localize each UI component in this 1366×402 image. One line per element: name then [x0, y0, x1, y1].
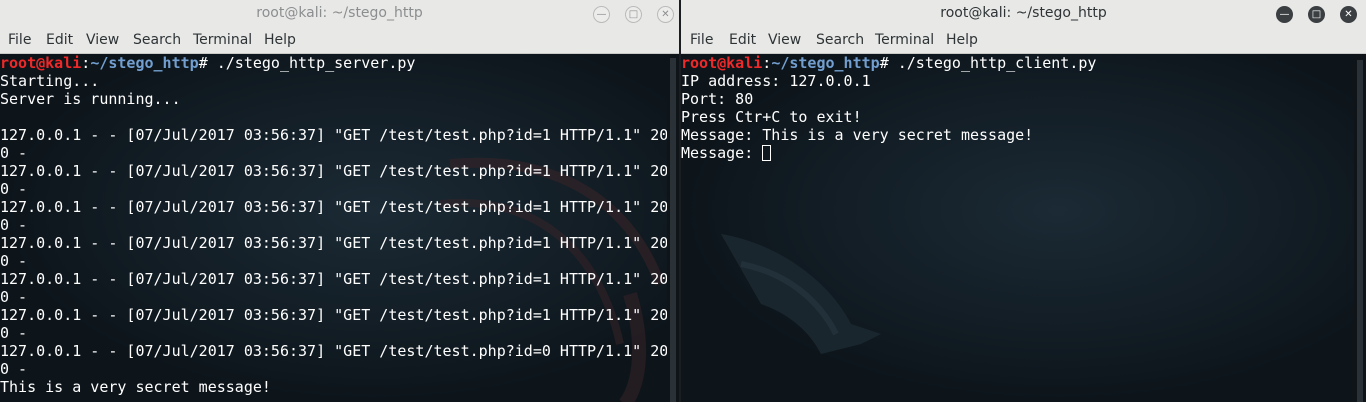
- menu-file[interactable]: File: [690, 32, 713, 48]
- client-command: ./stego_http_client.py: [897, 54, 1097, 72]
- log-line: 127.0.0.1 - - [07/Jul/2017 03:56:37] "GE…: [0, 126, 669, 144]
- text-cursor[interactable]: [762, 145, 772, 161]
- port-line: Port: 80: [681, 90, 754, 108]
- log-line: 127.0.0.1 - - [07/Jul/2017 03:56:37] "GE…: [0, 234, 669, 252]
- menu-view[interactable]: View: [86, 32, 119, 48]
- server-window-title: root@kali: ~/stego_http: [256, 5, 423, 21]
- prompt-path: ~/stego_http: [771, 54, 880, 72]
- message-input-prompt: Message:: [681, 144, 763, 162]
- prompt-sep: :: [762, 54, 772, 72]
- minimize-icon[interactable]: —: [593, 6, 610, 23]
- menu-file[interactable]: File: [8, 32, 31, 48]
- log-line: 0 -: [0, 144, 28, 162]
- log-line: 0 -: [0, 216, 28, 234]
- client-scrollbar[interactable]: [1354, 54, 1366, 402]
- exit-hint-line: Press Ctr+C to exit!: [681, 108, 862, 126]
- secret-message-line: This is a very secret message!: [0, 378, 271, 396]
- server-command: ./stego_http_server.py: [216, 54, 416, 72]
- menu-edit[interactable]: Edit: [729, 32, 756, 48]
- prompt-user: root@kali: [0, 54, 82, 72]
- server-menubar: File Edit View Search Terminal Help: [0, 28, 679, 54]
- server-titlebar[interactable]: root@kali: ~/stego_http — □ ✕: [0, 0, 679, 28]
- prompt-user: root@kali: [681, 54, 763, 72]
- menu-terminal[interactable]: Terminal: [193, 32, 252, 48]
- prompt-symbol: #: [198, 54, 217, 72]
- client-output: root@kali:~/stego_http# ./stego_http_cli…: [681, 54, 1096, 162]
- prompt-symbol: #: [879, 54, 898, 72]
- client-titlebar[interactable]: root@kali: ~/stego_http — □ ✕: [681, 0, 1366, 28]
- log-line: 127.0.0.1 - - [07/Jul/2017 03:56:37] "GE…: [0, 306, 669, 324]
- client-window-title: root@kali: ~/stego_http: [940, 5, 1107, 21]
- client-terminal-output[interactable]: root@kali:~/stego_http# ./stego_http_cli…: [681, 54, 1366, 402]
- server-scrollbar[interactable]: [667, 54, 679, 402]
- log-line: 0 -: [0, 324, 28, 342]
- log-line: 127.0.0.1 - - [07/Jul/2017 03:56:37] "GE…: [0, 342, 669, 360]
- client-menubar: File Edit View Search Terminal Help: [681, 28, 1366, 54]
- menu-edit[interactable]: Edit: [46, 32, 73, 48]
- log-line: 0 -: [0, 360, 28, 378]
- log-line: 0 -: [0, 252, 28, 270]
- ip-address-line: IP address: 127.0.0.1: [681, 72, 871, 90]
- server-terminal-output[interactable]: root@kali:~/stego_http# ./stego_http_ser…: [0, 54, 679, 402]
- menu-search[interactable]: Search: [133, 32, 181, 48]
- log-line: 0 -: [0, 288, 28, 306]
- scrollbar-thumb[interactable]: [670, 58, 676, 402]
- menu-search[interactable]: Search: [816, 32, 864, 48]
- server-output: root@kali:~/stego_http# ./stego_http_ser…: [0, 54, 668, 396]
- prompt-sep: :: [81, 54, 91, 72]
- log-line: 127.0.0.1 - - [07/Jul/2017 03:56:37] "GE…: [0, 162, 669, 180]
- client-terminal-window[interactable]: root@kali: ~/stego_http — □ ✕ File Edit …: [681, 0, 1366, 402]
- maximize-icon[interactable]: □: [625, 6, 642, 23]
- output-line: Server is running...: [0, 90, 181, 108]
- maximize-icon[interactable]: □: [1308, 6, 1325, 23]
- menu-terminal[interactable]: Terminal: [875, 32, 934, 48]
- log-line: 127.0.0.1 - - [07/Jul/2017 03:56:37] "GE…: [0, 198, 669, 216]
- menu-help[interactable]: Help: [264, 32, 296, 48]
- close-icon[interactable]: ✕: [657, 6, 674, 23]
- log-line: 0 -: [0, 180, 28, 198]
- server-terminal-window[interactable]: root@kali: ~/stego_http — □ ✕ File Edit …: [0, 0, 679, 402]
- menu-view[interactable]: View: [768, 32, 801, 48]
- prompt-path: ~/stego_http: [90, 54, 199, 72]
- log-line: 127.0.0.1 - - [07/Jul/2017 03:56:37] "GE…: [0, 270, 669, 288]
- kali-dragon-logo: [721, 234, 881, 354]
- scrollbar-thumb[interactable]: [1357, 60, 1363, 402]
- menu-help[interactable]: Help: [946, 32, 978, 48]
- output-line: Starting...: [0, 72, 100, 90]
- close-icon[interactable]: ✕: [1340, 6, 1357, 23]
- sent-message-line: Message: This is a very secret message!: [681, 126, 1034, 144]
- minimize-icon[interactable]: —: [1276, 6, 1293, 23]
